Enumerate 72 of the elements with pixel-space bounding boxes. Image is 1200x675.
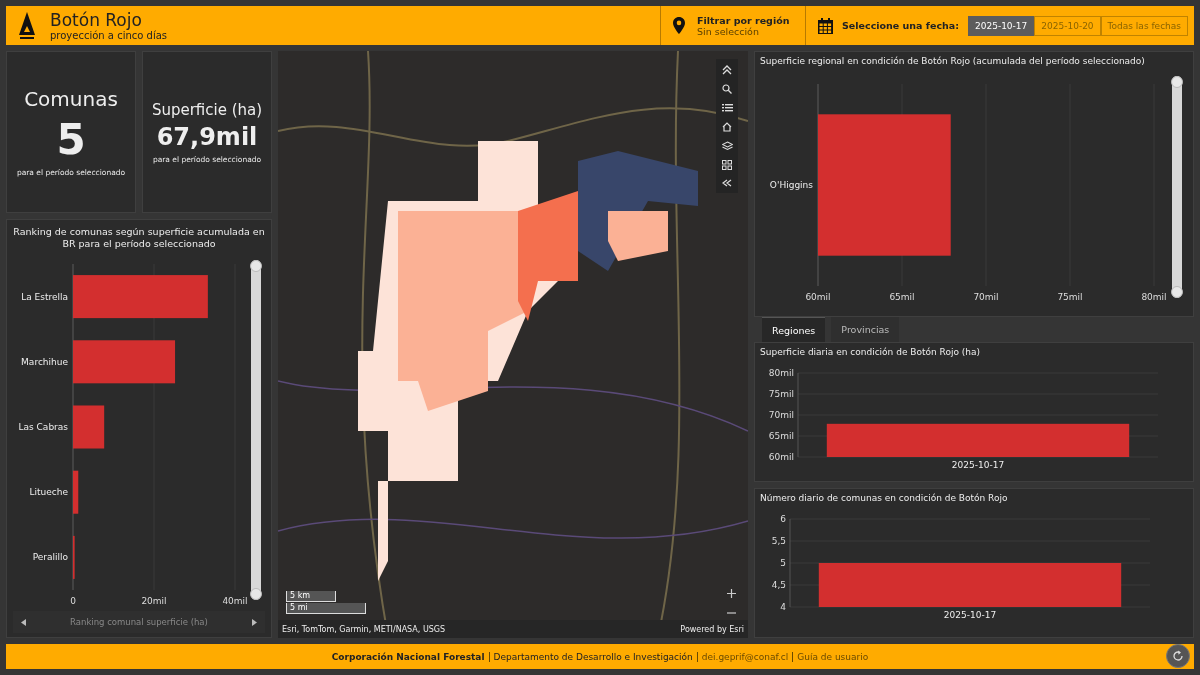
axis-tick-label: 75mil xyxy=(1057,292,1083,302)
category-label: 2025-10-17 xyxy=(951,460,1005,470)
date-button[interactable]: Todas las fechas xyxy=(1100,15,1188,36)
pager-label: Ranking comunal superficie (ha) xyxy=(70,617,208,627)
location-pin-icon xyxy=(673,17,685,34)
category-label: Litueche xyxy=(29,487,68,498)
axis-tick-label: 20mil xyxy=(141,596,167,606)
collapse-left-icon[interactable] xyxy=(722,179,732,187)
date-button[interactable]: 2025-10-20 xyxy=(1034,15,1101,36)
stat-title: Superficie (ha) xyxy=(151,100,263,119)
category-label: Las Cabras xyxy=(18,422,68,432)
axis-tick-label: 65mil xyxy=(768,431,794,441)
footer-link[interactable]: dei.geprif@conaf.cl xyxy=(696,651,793,662)
tab[interactable]: Regiones xyxy=(762,317,826,342)
axis-tick-label: 0 xyxy=(70,596,76,606)
tab[interactable]: Provincias xyxy=(831,317,900,342)
logo-icon xyxy=(18,10,36,41)
axis-tick-label: 65mil xyxy=(889,292,915,302)
category-label: O'Higgins xyxy=(769,180,813,190)
footer-link[interactable]: Guía de usuario xyxy=(792,651,873,662)
app-subtitle: proyección a cinco días xyxy=(50,30,168,41)
category-label: 2025-10-17 xyxy=(943,610,997,620)
axis-tick-label: 70mil xyxy=(768,410,794,420)
panel-title: Superficie diaria en condición de Botón Rojo (ha) xyxy=(760,347,982,357)
next-icon[interactable] xyxy=(252,618,257,626)
grid-icon[interactable] xyxy=(722,160,732,170)
category-label: Marchihue xyxy=(21,356,68,367)
scale-bar: 5 mi xyxy=(286,603,366,614)
search-icon[interactable] xyxy=(722,84,732,94)
previous-icon[interactable] xyxy=(21,618,26,626)
axis-tick-label: 75mil xyxy=(768,389,794,399)
axis-tick-label: 5 xyxy=(780,558,786,568)
axis-tick-label: 80mil xyxy=(1141,292,1167,302)
panel-title: Ranking de comunas según superficie acumulada en BR para el período seleccionado xyxy=(13,226,265,250)
layers-icon[interactable] xyxy=(721,141,733,151)
category-label: Peralillo xyxy=(32,552,68,563)
scale-bar: 5 km xyxy=(286,591,336,602)
stat-value: 5 xyxy=(56,115,86,164)
axis-tick-label: 60mil xyxy=(805,292,831,302)
axis-tick-label: 40mil xyxy=(222,596,248,606)
stat-value: 67,9mil xyxy=(156,122,258,151)
date-button[interactable]: 2025-10-17 xyxy=(968,15,1035,36)
stat-title: Comunas xyxy=(24,87,118,111)
department-name: Departamento de Desarrollo e Investigación xyxy=(488,651,697,662)
axis-tick-label: 4,5 xyxy=(771,580,786,590)
panel-title: Número diario de comunas en condición de Botón Rojo xyxy=(760,493,1009,503)
range-slider[interactable] xyxy=(1172,76,1182,298)
home-icon[interactable] xyxy=(722,122,732,132)
date-label: Seleccione una fecha: xyxy=(842,20,959,31)
bar xyxy=(73,470,79,514)
organization-name: Corporación Nacional Forestal xyxy=(330,651,486,662)
category-label: La Estrella xyxy=(21,291,68,302)
axis-tick-label: 60mil xyxy=(768,452,794,462)
range-slider[interactable] xyxy=(251,260,261,600)
attribution-text: Esri, TomTom, Garmin, METI/NASA, USGS xyxy=(282,624,446,634)
axis-tick-label: 5,5 xyxy=(771,536,786,546)
collapse-icon[interactable] xyxy=(722,65,732,75)
bar xyxy=(73,405,105,449)
refresh-icon xyxy=(1172,650,1184,662)
panel-title: Superficie regional en condición de Botón Rojo (acumulada del período seleccionado) xyxy=(760,56,1146,66)
powered-by-text: Powered by Esri xyxy=(680,624,744,634)
axis-tick-label: 80mil xyxy=(768,368,794,378)
calendar-icon xyxy=(818,17,833,34)
zoom-in-icon[interactable] xyxy=(727,589,736,598)
app-title: Botón Rojo xyxy=(50,10,143,30)
refresh-button[interactable] xyxy=(1166,644,1190,668)
axis-tick-label: 70mil xyxy=(973,292,999,302)
axis-tick-label: 4 xyxy=(780,602,786,612)
axis-tick-label: 6 xyxy=(780,514,786,524)
list-icon[interactable] xyxy=(721,103,733,113)
filter-label: Filtrar por región xyxy=(697,14,790,26)
filter-value[interactable]: Sin selección xyxy=(697,25,790,37)
